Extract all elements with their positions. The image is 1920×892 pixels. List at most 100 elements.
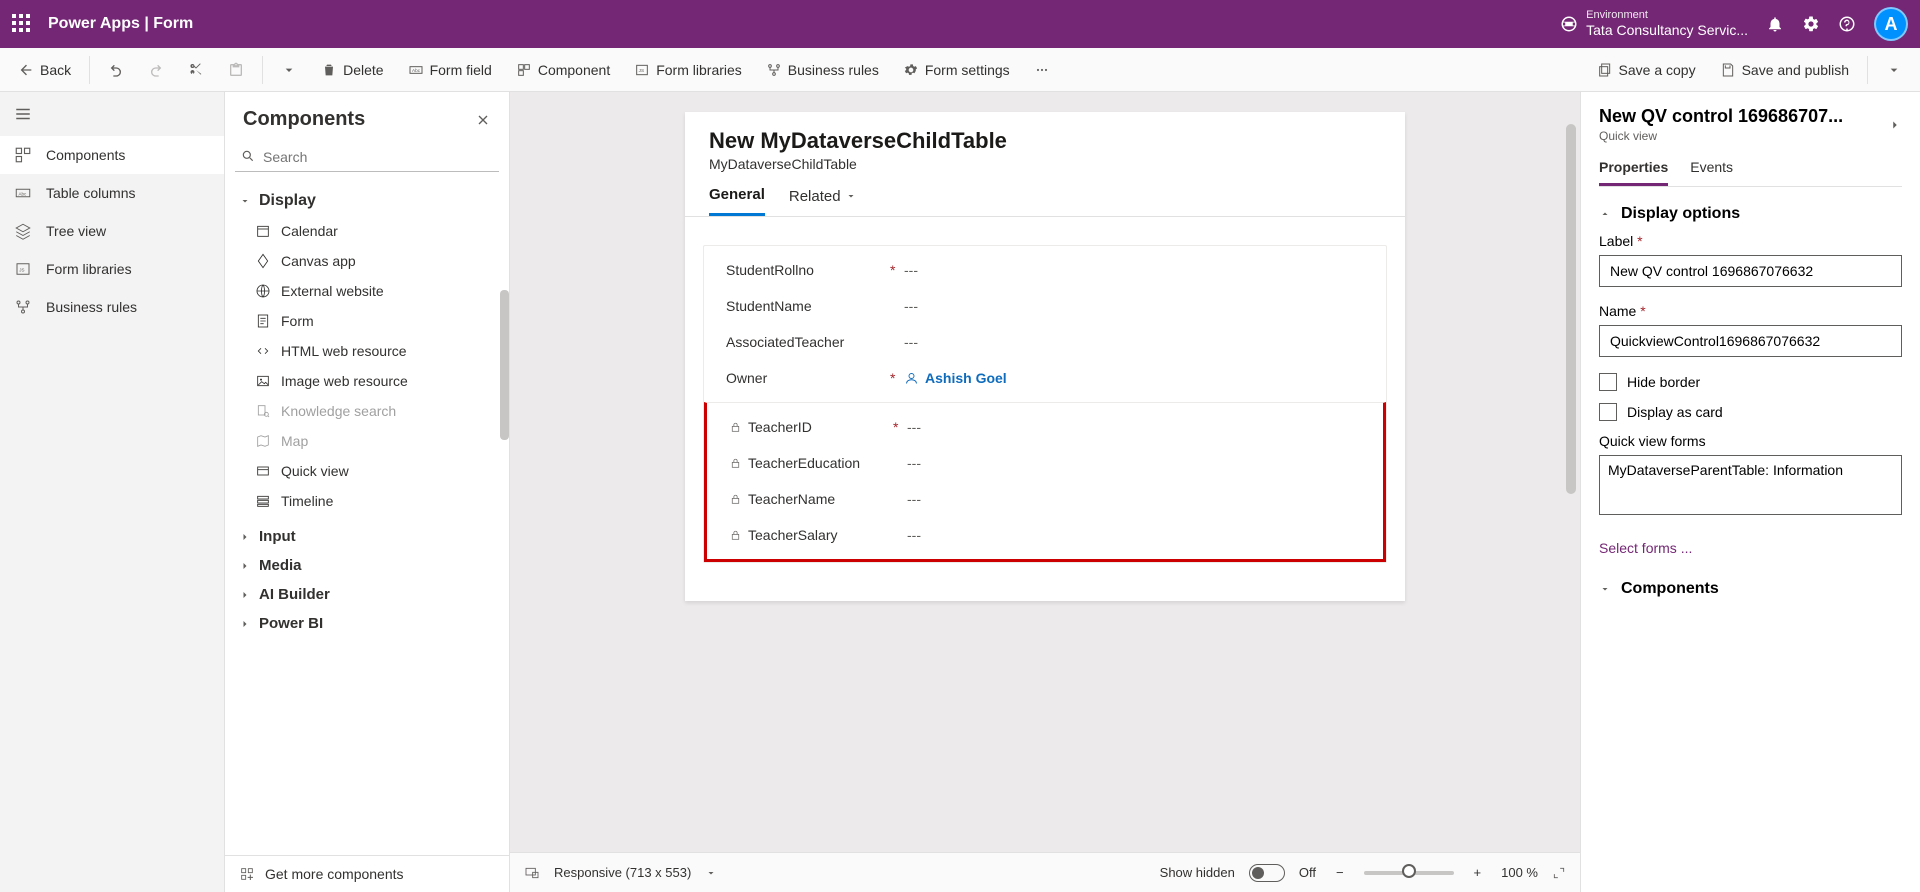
component-button[interactable]: Component xyxy=(506,56,620,84)
qv-forms-input[interactable] xyxy=(1599,455,1902,515)
group-input[interactable]: Input xyxy=(225,522,509,551)
environment-label: Environment xyxy=(1586,9,1748,22)
left-nav: Components Abc Table columns Tree view J… xyxy=(0,92,225,892)
settings-icon[interactable] xyxy=(1802,15,1820,33)
scrollbar-thumb[interactable] xyxy=(500,290,509,440)
save-copy-button[interactable]: Save a copy xyxy=(1587,56,1706,84)
save-copy-label: Save a copy xyxy=(1619,62,1696,78)
command-bar-left: Back Delete Abc Form field Component xyxy=(8,56,1060,84)
user-avatar[interactable]: A xyxy=(1874,7,1908,41)
undo-button[interactable] xyxy=(98,56,134,84)
divider xyxy=(89,56,90,84)
tab-properties[interactable]: Properties xyxy=(1599,159,1668,186)
chevron-down-icon[interactable] xyxy=(705,867,717,879)
comp-quick-view[interactable]: Quick view xyxy=(225,456,509,486)
fit-icon[interactable] xyxy=(1552,866,1566,880)
select-forms-link[interactable]: Select forms ... xyxy=(1599,540,1902,556)
canvas[interactable]: New MyDataverseChildTable MyDataverseChi… xyxy=(510,92,1580,852)
business-rules-button[interactable]: Business rules xyxy=(756,56,889,84)
canvas-area: New MyDataverseChildTable MyDataverseChi… xyxy=(510,92,1580,892)
section-main[interactable]: StudentRollno * --- StudentName --- Asso… xyxy=(703,245,1387,563)
help-icon[interactable] xyxy=(1838,15,1856,33)
form-card[interactable]: New MyDataverseChildTable MyDataverseChi… xyxy=(685,112,1405,601)
comp-external-website[interactable]: External website xyxy=(225,276,509,306)
quickview-control[interactable]: TeacherID * --- TeacherEducation --- Tea… xyxy=(704,402,1386,562)
comp-html-resource[interactable]: HTML web resource xyxy=(225,336,509,366)
group-media[interactable]: Media xyxy=(225,551,509,580)
form-libraries-button[interactable]: JS Form libraries xyxy=(624,56,752,84)
back-button[interactable]: Back xyxy=(8,56,81,84)
section-display-options[interactable]: Display options xyxy=(1599,205,1902,223)
nav-table-columns[interactable]: Abc Table columns xyxy=(0,174,224,212)
cut-button[interactable] xyxy=(178,56,214,84)
components-search-input[interactable] xyxy=(235,143,499,172)
app-launcher-icon[interactable] xyxy=(12,14,32,34)
name-input[interactable] xyxy=(1599,325,1902,357)
group-ai-builder[interactable]: AI Builder xyxy=(225,580,509,609)
nav-components[interactable]: Components xyxy=(0,136,224,174)
comp-image-resource[interactable]: Image web resource xyxy=(225,366,509,396)
check-hide-border[interactable]: Hide border xyxy=(1599,373,1902,391)
check-display-card[interactable]: Display as card xyxy=(1599,403,1902,421)
chevron-right-icon[interactable] xyxy=(1888,118,1902,132)
group-power-bi[interactable]: Power BI xyxy=(225,609,509,638)
chevron-down-button[interactable] xyxy=(271,56,307,84)
group-display[interactable]: Display xyxy=(225,186,509,216)
section-components[interactable]: Components xyxy=(1599,580,1902,598)
zoom-slider[interactable] xyxy=(1364,871,1454,875)
environment-picker[interactable]: Environment Tata Consultancy Servic... xyxy=(1560,9,1748,39)
close-icon[interactable] xyxy=(475,112,491,128)
components-search xyxy=(225,139,509,180)
field-associated-teacher[interactable]: AssociatedTeacher --- xyxy=(704,324,1386,360)
form-field-button[interactable]: Abc Form field xyxy=(398,56,502,84)
get-more-components[interactable]: Get more components xyxy=(225,855,509,892)
nav-components-label: Components xyxy=(46,147,125,163)
nav-tree-view[interactable]: Tree view xyxy=(0,212,224,250)
tab-general[interactable]: General xyxy=(709,186,765,216)
save-split-chevron[interactable] xyxy=(1876,56,1912,84)
paste-button[interactable] xyxy=(218,56,254,84)
comp-timeline[interactable]: Timeline xyxy=(225,486,509,516)
zoom-out-button[interactable]: − xyxy=(1330,865,1350,880)
show-hidden-toggle[interactable] xyxy=(1249,864,1285,882)
field-teacher-edu[interactable]: TeacherEducation --- xyxy=(707,445,1383,481)
hamburger-icon[interactable] xyxy=(14,105,32,123)
globe-icon xyxy=(255,283,271,299)
field-owner[interactable]: Owner * Ashish Goel xyxy=(704,360,1386,396)
field-teacher-id[interactable]: TeacherID * --- xyxy=(707,409,1383,445)
components-scroll[interactable]: Display Calendar Canvas app External web… xyxy=(225,180,509,855)
form-settings-button[interactable]: Form settings xyxy=(893,56,1020,84)
canvas-scrollbar[interactable] xyxy=(1566,116,1576,832)
comp-calendar[interactable]: Calendar xyxy=(225,216,509,246)
notification-icon[interactable] xyxy=(1766,15,1784,33)
flow-icon xyxy=(14,298,32,316)
owner-value[interactable]: Ashish Goel xyxy=(904,370,1007,386)
tab-related[interactable]: Related xyxy=(789,186,857,216)
environment-text: Environment Tata Consultancy Servic... xyxy=(1586,9,1748,39)
delete-button[interactable]: Delete xyxy=(311,56,393,84)
business-rules-label: Business rules xyxy=(788,62,879,78)
responsive-label[interactable]: Responsive (713 x 553) xyxy=(554,865,691,880)
library-icon: JS xyxy=(14,260,32,278)
label-input[interactable] xyxy=(1599,255,1902,287)
header-right: Environment Tata Consultancy Servic... A xyxy=(1560,7,1908,41)
form-settings-label: Form settings xyxy=(925,62,1010,78)
redo-button[interactable] xyxy=(138,56,174,84)
chevron-right-icon xyxy=(239,618,251,630)
checkbox[interactable] xyxy=(1599,373,1617,391)
checkbox[interactable] xyxy=(1599,403,1617,421)
zoom-in-button[interactable]: + xyxy=(1468,865,1488,880)
tab-events[interactable]: Events xyxy=(1690,159,1733,186)
comp-form[interactable]: Form xyxy=(225,306,509,336)
field-student-name[interactable]: StudentName --- xyxy=(704,288,1386,324)
nav-form-libraries[interactable]: JS Form libraries xyxy=(0,250,224,288)
field-label: Label * xyxy=(1599,233,1902,287)
field-student-rollno[interactable]: StudentRollno * --- xyxy=(704,252,1386,288)
comp-canvas-app[interactable]: Canvas app xyxy=(225,246,509,276)
nav-business-rules[interactable]: Business rules xyxy=(0,288,224,326)
overflow-button[interactable] xyxy=(1024,56,1060,84)
save-publish-button[interactable]: Save and publish xyxy=(1710,56,1859,84)
chevron-down-icon xyxy=(281,62,297,78)
field-teacher-name[interactable]: TeacherName --- xyxy=(707,481,1383,517)
field-teacher-salary[interactable]: TeacherSalary --- xyxy=(707,517,1383,553)
